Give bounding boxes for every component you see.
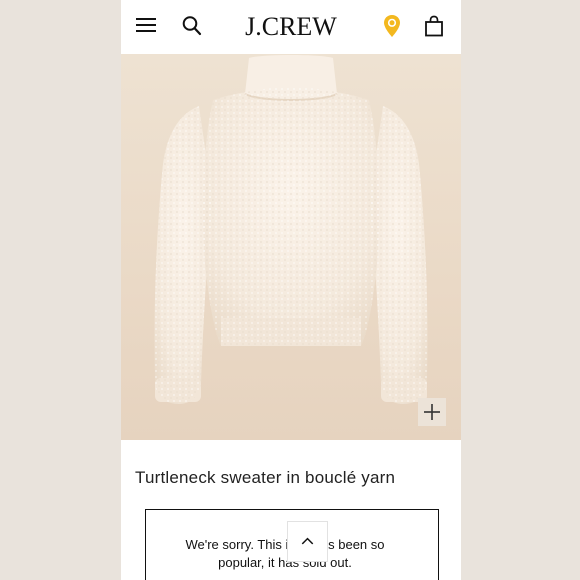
chevron-up-icon[interactable] [287,521,328,562]
mobile-page: J.CREW Turtleneck sweater in bouclé yarn… [121,0,461,580]
location-pin-icon[interactable] [383,14,401,38]
left-backdrop [0,0,121,580]
shopping-bag-icon[interactable] [424,15,444,37]
site-header: J.CREW [121,0,461,54]
sweater-illustration [154,55,428,404]
brand-logo[interactable]: J.CREW [221,10,361,44]
search-icon[interactable] [182,15,202,37]
plus-icon[interactable] [418,398,446,426]
product-title: Turtleneck sweater in bouclé yarn [135,468,396,487]
sold-out-message: We're sorry. This item has been so popul… [185,537,385,570]
hamburger-menu-icon[interactable] [136,18,156,34]
product-image[interactable] [121,54,461,440]
right-backdrop [461,0,580,580]
